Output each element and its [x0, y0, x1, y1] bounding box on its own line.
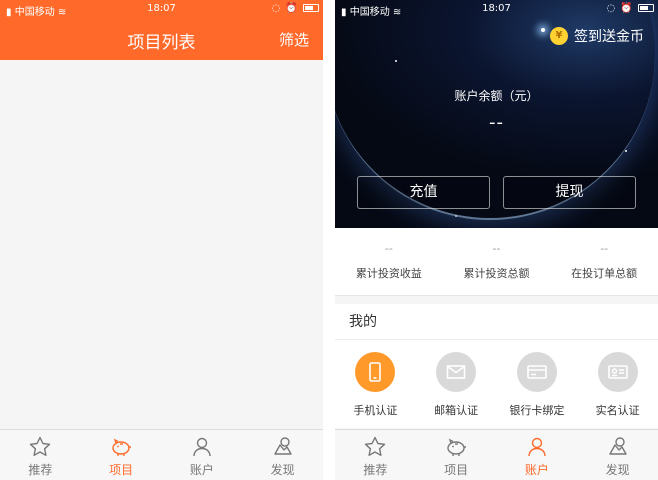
stat-value: -- — [492, 242, 501, 255]
battery-icon — [638, 4, 654, 12]
star-decoration — [395, 60, 397, 62]
balance-label: 账户余额（元） — [454, 89, 539, 103]
tab-discover[interactable]: 发现 — [577, 430, 658, 480]
bank-card-icon — [527, 365, 547, 379]
realname-verification-item[interactable]: 实名认证 — [577, 340, 658, 428]
star-decoration — [455, 215, 457, 217]
stat-label: 累计投资总额 — [463, 267, 530, 280]
star-decoration — [541, 28, 545, 32]
tab-label: 推荐 — [363, 463, 388, 477]
stat-label: 累计投资收益 — [355, 267, 422, 280]
coin-icon: ¥ — [550, 27, 568, 45]
tab-label: 项目 — [109, 463, 134, 477]
item-label: 邮箱认证 — [434, 404, 479, 417]
item-label: 手机认证 — [353, 404, 398, 417]
checkin-label: 签到送金币 — [574, 29, 644, 45]
stat-value: -- — [600, 242, 609, 255]
verification-grid: 手机认证 邮箱认证 银行卡绑定 实名认证 — [335, 340, 658, 428]
vibrate-icon: ◌ — [271, 3, 282, 14]
phone-verification-item[interactable]: 手机认证 — [335, 340, 416, 428]
stat-total-invested: -- 累计投资总额 — [443, 228, 551, 295]
alarm-icon: ⏰ — [285, 3, 299, 14]
email-verification-item[interactable]: 邮箱认证 — [416, 340, 497, 428]
account-hero: ▮ 中国移动 ≋ 18:07 ◌ ⏰ ¥ 签到送金币 账户余额（元） -- 充值… — [335, 0, 658, 228]
discover-icon — [608, 437, 627, 455]
stat-label: 在投订单总额 — [571, 267, 638, 280]
item-label: 银行卡绑定 — [509, 404, 565, 417]
mail-icon — [446, 365, 466, 379]
filter-button[interactable]: 筛选 — [279, 29, 309, 50]
tab-recommend[interactable]: 推荐 — [0, 430, 81, 480]
status-bar: ▮ 中国移动 ≋ 18:07 ◌ ⏰ — [335, 0, 658, 18]
piggy-bank-icon — [447, 438, 467, 456]
account-screen: ▮ 中国移动 ≋ 18:07 ◌ ⏰ ¥ 签到送金币 账户余额（元） -- 充值… — [335, 0, 658, 480]
projects-screen: ▮ 中国移动 ≋ 18:07 ◌ ⏰ 项目列表 筛选 推荐 项目 账户 发现 — [0, 0, 323, 480]
tab-account[interactable]: 账户 — [497, 430, 578, 480]
stat-active-orders: -- 在投订单总额 — [550, 228, 658, 295]
star-icon — [365, 436, 386, 456]
status-bar: ▮ 中国移动 ≋ 18:07 ◌ ⏰ — [0, 0, 323, 18]
balance-value: -- — [489, 112, 504, 133]
projects-header: ▮ 中国移动 ≋ 18:07 ◌ ⏰ 项目列表 筛选 — [0, 0, 323, 60]
tab-discover[interactable]: 发现 — [242, 430, 323, 480]
tab-label: 账户 — [189, 463, 214, 477]
piggy-bank-icon — [112, 438, 132, 456]
tab-recommend[interactable]: 推荐 — [335, 430, 416, 480]
bank-card-item[interactable]: 银行卡绑定 — [497, 340, 578, 428]
star-icon — [30, 436, 51, 456]
id-card-icon — [607, 365, 628, 379]
stat-value: -- — [384, 242, 393, 255]
star-decoration — [625, 150, 627, 152]
vibrate-icon: ◌ — [606, 3, 617, 14]
stat-total-earnings: -- 累计投资收益 — [335, 228, 443, 295]
user-icon — [193, 437, 211, 457]
alarm-icon: ⏰ — [620, 3, 634, 14]
withdraw-button[interactable]: 提现 — [503, 176, 636, 209]
battery-icon — [303, 4, 319, 12]
checkin-button[interactable]: ¥ 签到送金币 — [550, 26, 644, 46]
tab-label: 项目 — [444, 463, 469, 477]
tab-projects[interactable]: 项目 — [416, 430, 497, 480]
tab-label: 推荐 — [28, 463, 53, 477]
tab-label: 账户 — [524, 463, 549, 477]
page-title: 项目列表 — [127, 33, 196, 53]
item-label: 实名认证 — [595, 404, 640, 417]
discover-icon — [273, 437, 292, 455]
tab-projects[interactable]: 项目 — [81, 430, 162, 480]
tab-account[interactable]: 账户 — [162, 430, 243, 480]
tab-bar: 推荐 项目 账户 发现 — [335, 429, 658, 480]
tab-label: 发现 — [270, 463, 295, 477]
phone-icon — [369, 362, 382, 382]
section-title-mine: 我的 — [335, 304, 658, 340]
tab-label: 发现 — [605, 463, 630, 477]
account-stats: -- 累计投资收益 -- 累计投资总额 -- 在投订单总额 — [335, 228, 658, 296]
tab-bar: 推荐 项目 账户 发现 — [0, 429, 323, 480]
recharge-button[interactable]: 充值 — [357, 176, 490, 209]
user-icon — [528, 437, 546, 457]
